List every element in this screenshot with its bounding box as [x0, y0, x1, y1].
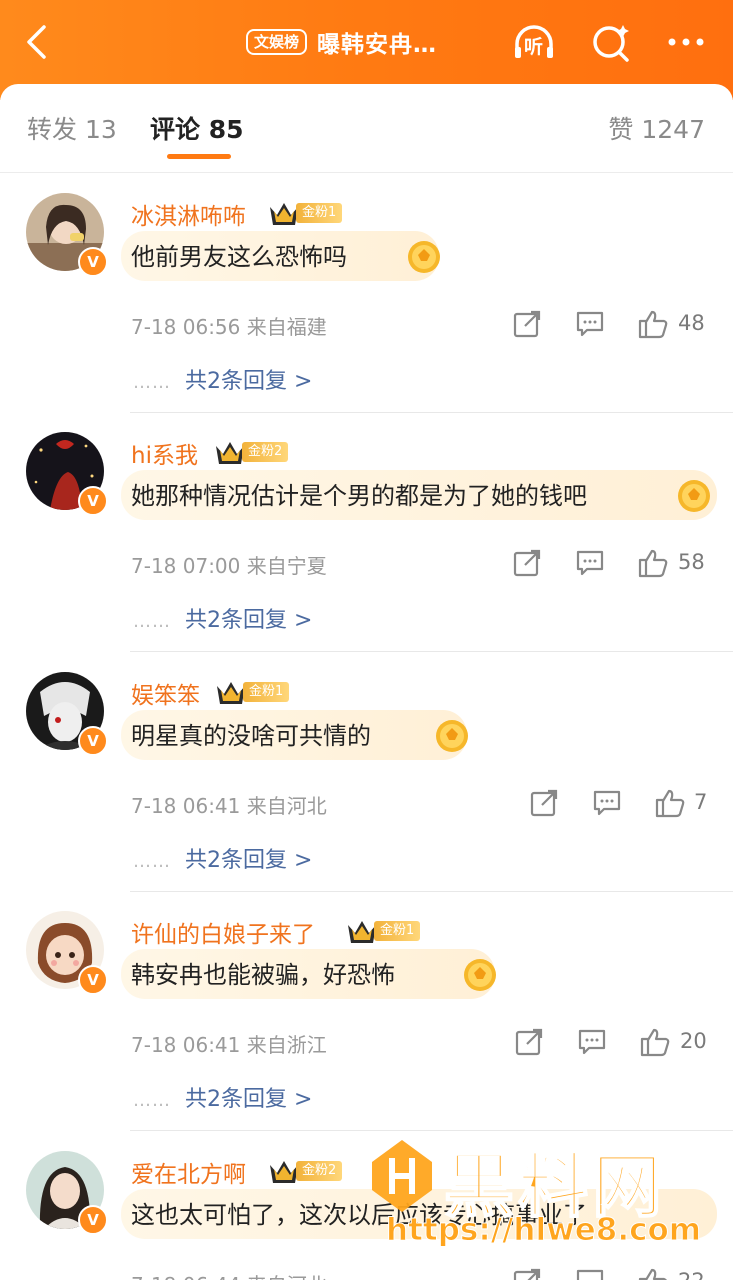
watermark-url: https://hlwe8.com — [385, 1212, 702, 1249]
comment-meta: 7-18 06:41 来自浙江 — [131, 1033, 327, 1057]
verified-badge: V — [78, 965, 108, 995]
like-count: 48 — [678, 311, 705, 335]
like-count: 22 — [678, 1269, 705, 1280]
gold-medal-icon — [436, 720, 468, 752]
topic-badge: 文娱榜 — [246, 29, 308, 55]
view-replies-link[interactable]: …… 共2条回复 > — [133, 602, 312, 634]
search-icon[interactable] — [590, 22, 634, 62]
comment-icon[interactable] — [575, 548, 605, 578]
comment-item: V 冰淇淋咘咘 金粉1 他前男友这么恐怖吗 7-18 06:56 来自福建 48… — [0, 173, 733, 413]
comment-item: V 许仙的白娘子来了 金粉1 韩安冉也能被骗，好恐怖 7-18 06:41 来自… — [0, 891, 733, 1131]
like-icon[interactable] — [638, 548, 668, 578]
fan-level: 金粉1 — [243, 682, 290, 702]
fan-level-badge: 金粉2 — [214, 438, 289, 466]
comment-text: 她那种情况估计是个男的都是为了她的钱吧 — [131, 482, 587, 510]
username[interactable]: hi系我 — [131, 436, 198, 470]
fan-level-badge: 金粉1 — [215, 678, 290, 706]
comment-icon[interactable] — [575, 309, 605, 339]
comment-icon[interactable] — [592, 788, 622, 818]
watermark-emblem-icon — [372, 1140, 432, 1212]
share-icon[interactable] — [512, 1267, 542, 1280]
tab-repost[interactable]: 转发 13 — [27, 110, 117, 146]
back-arrow-icon[interactable] — [22, 24, 52, 60]
view-replies-link[interactable]: …… 共2条回复 > — [133, 363, 312, 395]
comment-item: V 娱笨笨 金粉1 明星真的没啥可共情的 7-18 06:41 来自河北 7 …… — [0, 652, 733, 892]
more-options-icon[interactable] — [664, 22, 708, 62]
comment-meta: 7-18 06:44 来自河北 — [131, 1269, 327, 1280]
gold-medal-icon — [678, 480, 710, 512]
fan-level: 金粉2 — [296, 1161, 343, 1181]
like-icon[interactable] — [640, 1027, 670, 1057]
comment-icon[interactable] — [575, 1267, 605, 1280]
active-tab-indicator — [167, 154, 231, 159]
username[interactable]: 爱在北方啊 — [131, 1155, 246, 1189]
share-icon[interactable] — [512, 548, 542, 578]
verified-badge: V — [78, 486, 108, 516]
username[interactable]: 娱笨笨 — [131, 676, 200, 710]
comment-icon[interactable] — [577, 1027, 607, 1057]
replies-text: 共2条回复 > — [185, 1087, 313, 1112]
replies-text: 共2条回复 > — [185, 848, 313, 873]
username[interactable]: 冰淇淋咘咘 — [131, 197, 246, 231]
like-count: 20 — [680, 1029, 707, 1053]
verified-badge: V — [78, 726, 108, 756]
share-icon[interactable] — [529, 788, 559, 818]
comment-item: V hi系我 金粉2 她那种情况估计是个男的都是为了她的钱吧 7-18 07:0… — [0, 412, 733, 652]
replies-text: 共2条回复 > — [185, 608, 313, 633]
view-replies-link[interactable]: …… 共2条回复 > — [133, 1081, 312, 1113]
listen-label: 听 — [524, 36, 544, 58]
view-replies-link[interactable]: …… 共2条回复 > — [133, 842, 312, 874]
share-icon[interactable] — [514, 1027, 544, 1057]
fan-level: 金粉1 — [374, 921, 421, 941]
comment-text: 明星真的没啥可共情的 — [131, 722, 371, 750]
tab-like[interactable]: 赞 1247 — [608, 110, 705, 146]
verified-badge: V — [78, 247, 108, 277]
listen-button[interactable]: 听 — [512, 22, 556, 62]
replies-text: 共2条回复 > — [185, 369, 313, 394]
verified-badge: V — [78, 1205, 108, 1235]
like-count: 58 — [678, 550, 705, 574]
like-icon[interactable] — [638, 309, 668, 339]
fan-level-badge: 金粉1 — [346, 917, 421, 945]
like-count: 7 — [694, 790, 708, 814]
topic-title[interactable]: 文娱榜 曝韩安冉… — [246, 26, 437, 58]
gold-medal-icon — [464, 959, 496, 991]
fan-level: 金粉2 — [242, 442, 289, 462]
gold-medal-icon — [408, 241, 440, 273]
tab-comment[interactable]: 评论 85 — [150, 110, 244, 146]
comment-meta: 7-18 06:56 来自福建 — [131, 315, 327, 339]
tab-bar: 转发 13 评论 85 赞 1247 — [0, 84, 733, 173]
fan-level-badge: 金粉1 — [268, 199, 343, 227]
like-icon[interactable] — [638, 1267, 668, 1280]
fan-level: 金粉1 — [296, 203, 343, 223]
comment-text: 他前男友这么恐怖吗 — [131, 243, 347, 271]
watermark-logo: 黑料网 https://hlwe8.com — [366, 1134, 722, 1252]
like-icon[interactable] — [655, 788, 685, 818]
fan-level-badge: 金粉2 — [268, 1157, 343, 1185]
comment-meta: 7-18 07:00 来自宁夏 — [131, 554, 327, 578]
username[interactable]: 许仙的白娘子来了 — [131, 915, 315, 949]
page-title: 曝韩安冉… — [317, 32, 438, 58]
share-icon[interactable] — [512, 309, 542, 339]
comment-text: 韩安冉也能被骗，好恐怖 — [131, 961, 395, 989]
comment-meta: 7-18 06:41 来自河北 — [131, 794, 327, 818]
